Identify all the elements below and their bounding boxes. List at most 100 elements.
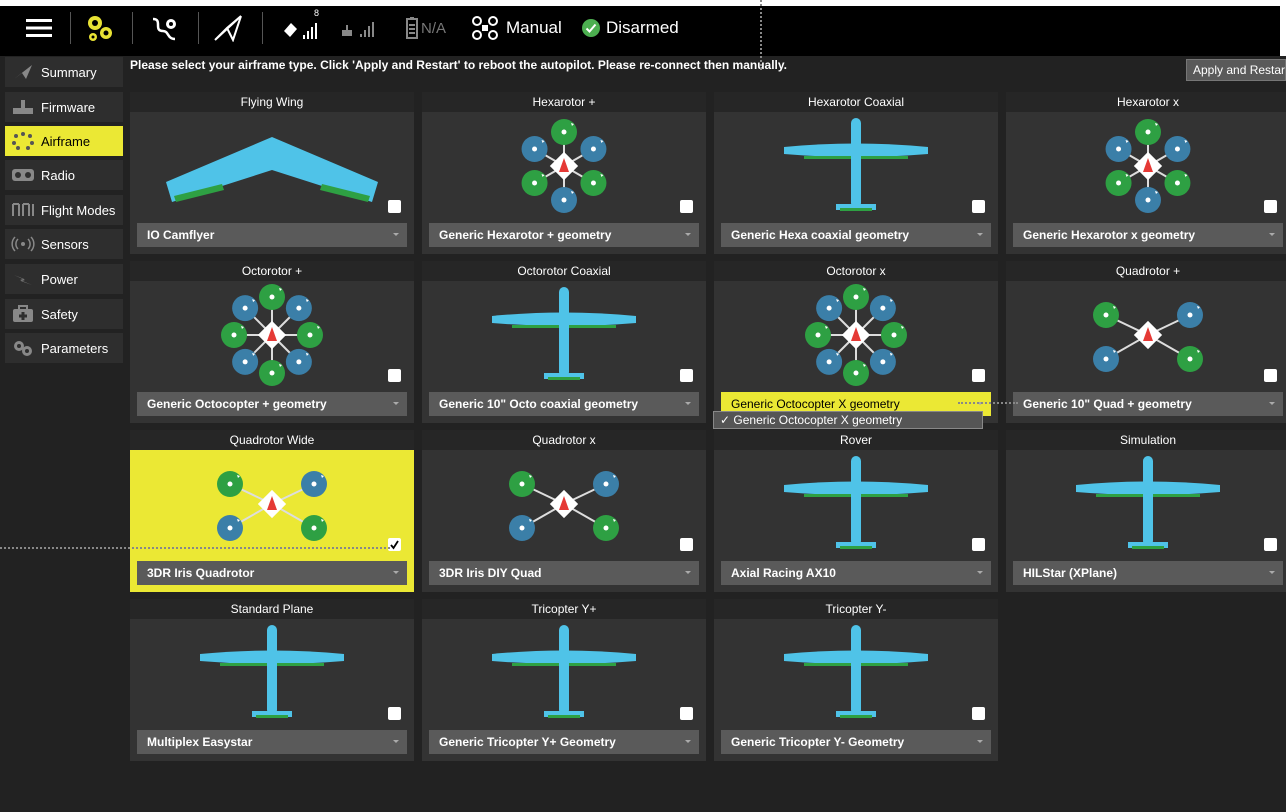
- airframe-variant-value: HILStar (XPlane): [1023, 566, 1118, 580]
- flight-mode-indicator[interactable]: Manual: [472, 0, 572, 56]
- airframe-card[interactable]: Hexarotor Coaxial Generic Hexa coaxial ge…: [714, 92, 998, 254]
- sidebar-item-summary[interactable]: Summary: [5, 57, 123, 87]
- airframe-checkbox[interactable]: [680, 538, 693, 551]
- power-bolt-icon: [5, 271, 41, 287]
- airframe-card-body[interactable]: Generic Tricopter Y+ Geometry: [422, 619, 706, 761]
- airframe-card-body[interactable]: 3DR Iris Quadrotor: [130, 450, 414, 592]
- airframe-card-body[interactable]: Axial Racing AX10: [714, 450, 998, 592]
- airframe-title: Quadrotor Wide: [130, 430, 414, 450]
- vehicle-setup-gears-icon[interactable]: [78, 0, 122, 56]
- airframe-card[interactable]: Rover Axial Racing AX10: [714, 430, 998, 592]
- airframe-title: Hexarotor x: [1006, 92, 1286, 112]
- airframe-card-body[interactable]: Generic Hexarotor x geometry: [1006, 112, 1286, 254]
- airframe-variant-select[interactable]: Generic 10" Quad + geometry: [1013, 392, 1283, 416]
- airframe-checkbox[interactable]: [972, 538, 985, 551]
- airframe-variant-select[interactable]: Generic Tricopter Y- Geometry: [721, 730, 991, 754]
- menu-icon[interactable]: [14, 0, 64, 56]
- sidebar-item-label: Firmware: [41, 99, 96, 115]
- airframe-checkbox[interactable]: [388, 538, 401, 551]
- airframe-variant-select[interactable]: Axial Racing AX10: [721, 561, 991, 585]
- airframe-variant-select[interactable]: Generic Hexa coaxial geometry: [721, 223, 991, 247]
- airframe-title: Octorotor Coaxial: [422, 261, 706, 281]
- airframe-title: Octorotor +: [130, 261, 414, 281]
- arm-status-indicator[interactable]: Disarmed: [582, 0, 682, 56]
- chevron-down-icon: [393, 402, 399, 405]
- airframe-checkbox[interactable]: [972, 707, 985, 720]
- airframe-checkbox[interactable]: [1264, 538, 1277, 551]
- airframe-card-body[interactable]: HILStar (XPlane): [1006, 450, 1286, 592]
- airframe-checkbox[interactable]: [680, 369, 693, 382]
- sidebar-item-flight-modes[interactable]: Flight Modes: [5, 195, 123, 225]
- airframe-variant-select[interactable]: Generic Hexarotor x geometry: [1013, 223, 1283, 247]
- chevron-down-icon: [393, 233, 399, 236]
- airframe-card[interactable]: Hexarotor x Generic Hexarotor x geometry: [1006, 92, 1286, 254]
- airframe-variant-select[interactable]: 3DR Iris Quadrotor: [137, 561, 407, 585]
- airframe-checkbox[interactable]: [1264, 369, 1277, 382]
- airframe-variant-select[interactable]: HILStar (XPlane): [1013, 561, 1283, 585]
- fly-paper-plane-icon[interactable]: [206, 0, 250, 56]
- airframe-card[interactable]: Simulation HILStar (XPlane): [1006, 430, 1286, 592]
- rc-signal-icon[interactable]: [338, 0, 382, 56]
- airframe-variant-select[interactable]: Generic Octocopter + geometry: [137, 392, 407, 416]
- airframe-image: [221, 284, 323, 386]
- battery-status[interactable]: N/A: [396, 0, 456, 56]
- airframe-variant-select[interactable]: 3DR Iris DIY Quad: [429, 561, 699, 585]
- airframe-variant-select[interactable]: Generic Tricopter Y+ Geometry: [429, 730, 699, 754]
- sidebar-item-power[interactable]: Power: [5, 264, 123, 294]
- airframe-checkbox[interactable]: [680, 200, 693, 213]
- airframe-card-body[interactable]: Generic Hexa coaxial geometry: [714, 112, 998, 254]
- airframe-variant-select[interactable]: Multiplex Easystar: [137, 730, 407, 754]
- airframe-card[interactable]: Standard Plane Multiplex Easystar: [130, 599, 414, 761]
- airframe-checkbox[interactable]: [388, 200, 401, 213]
- apply-and-restart-button[interactable]: Apply and Restart: [1186, 59, 1286, 81]
- airframe-checkbox[interactable]: [388, 369, 401, 382]
- airframe-title: Standard Plane: [130, 599, 414, 619]
- airframe-card-body[interactable]: Generic Tricopter Y- Geometry: [714, 619, 998, 761]
- airframe-card[interactable]: Tricopter Y+ Generic Tricopter Y+ Geometr…: [422, 599, 706, 761]
- sidebar-item-firmware[interactable]: Firmware: [5, 92, 123, 122]
- airframe-checkbox[interactable]: [680, 707, 693, 720]
- airframe-card-body[interactable]: Generic Octocopter X geometry: [714, 281, 998, 423]
- plan-route-icon[interactable]: [142, 0, 186, 56]
- airframe-card-body[interactable]: IO Camflyer: [130, 112, 414, 254]
- airframe-card-body[interactable]: Generic Hexarotor + geometry: [422, 112, 706, 254]
- airframe-image: [492, 625, 636, 718]
- airframe-dropdown-popup-item[interactable]: ✓ Generic Octocopter X geometry: [713, 411, 983, 429]
- airframe-card[interactable]: Hexarotor + Generic Hexarotor + geometry: [422, 92, 706, 254]
- airframe-card[interactable]: Octorotor + Generic Octocopter + geometry: [130, 261, 414, 423]
- airframe-image: [217, 471, 327, 541]
- airframe-image: [1093, 302, 1203, 372]
- airframe-card[interactable]: Quadrotor Wide 3DR Iris Quadrotor: [130, 430, 414, 592]
- sidebar-item-safety[interactable]: Safety: [5, 299, 123, 329]
- airframe-card[interactable]: Tricopter Y- Generic Tricopter Y- Geometr…: [714, 599, 998, 761]
- airframe-card-body[interactable]: Generic Octocopter + geometry: [130, 281, 414, 423]
- airframe-card[interactable]: Octorotor x Generic Octocopter X geometry: [714, 261, 998, 423]
- battery-icon: [405, 17, 418, 39]
- sidebar-item-parameters[interactable]: Parameters: [5, 333, 123, 363]
- sidebar-item-airframe[interactable]: Airframe: [5, 126, 123, 156]
- drag-guide-line: [0, 547, 390, 549]
- airframe-card[interactable]: Flying Wing IO Camflyer: [130, 92, 414, 254]
- sidebar-item-sensors[interactable]: Sensors: [5, 229, 123, 259]
- airframe-card[interactable]: Quadrotor + Generic 10" Quad + geometry: [1006, 261, 1286, 423]
- sidebar-item-label: Radio: [41, 167, 75, 183]
- airframe-card[interactable]: Octorotor Coaxial Generic 10" Octo coaxia…: [422, 261, 706, 423]
- airframe-variant-select[interactable]: IO Camflyer: [137, 223, 407, 247]
- sidebar-item-label: Sensors: [41, 236, 89, 252]
- airframe-card-body[interactable]: Generic 10" Octo coaxial geometry: [422, 281, 706, 423]
- airframe-card-body[interactable]: Multiplex Easystar: [130, 619, 414, 761]
- airframe-variant-select[interactable]: Generic 10" Octo coaxial geometry: [429, 392, 699, 416]
- airframe-card-body[interactable]: 3DR Iris DIY Quad: [422, 450, 706, 592]
- airframe-checkbox[interactable]: [972, 200, 985, 213]
- airframe-card-body[interactable]: Generic 10" Quad + geometry: [1006, 281, 1286, 423]
- gps-satellite-icon[interactable]: 8: [278, 0, 324, 56]
- chevron-down-icon: [685, 740, 691, 743]
- airframe-checkbox[interactable]: [972, 369, 985, 382]
- airframe-variant-select[interactable]: Generic Hexarotor + geometry: [429, 223, 699, 247]
- airframe-card[interactable]: Quadrotor x 3DR Iris DIY Quad: [422, 430, 706, 592]
- airframe-image: [509, 471, 619, 541]
- airframe-checkbox[interactable]: [1264, 200, 1277, 213]
- sidebar-item-radio[interactable]: Radio: [5, 160, 123, 190]
- drag-guide-line: [760, 0, 762, 70]
- airframe-checkbox[interactable]: [388, 707, 401, 720]
